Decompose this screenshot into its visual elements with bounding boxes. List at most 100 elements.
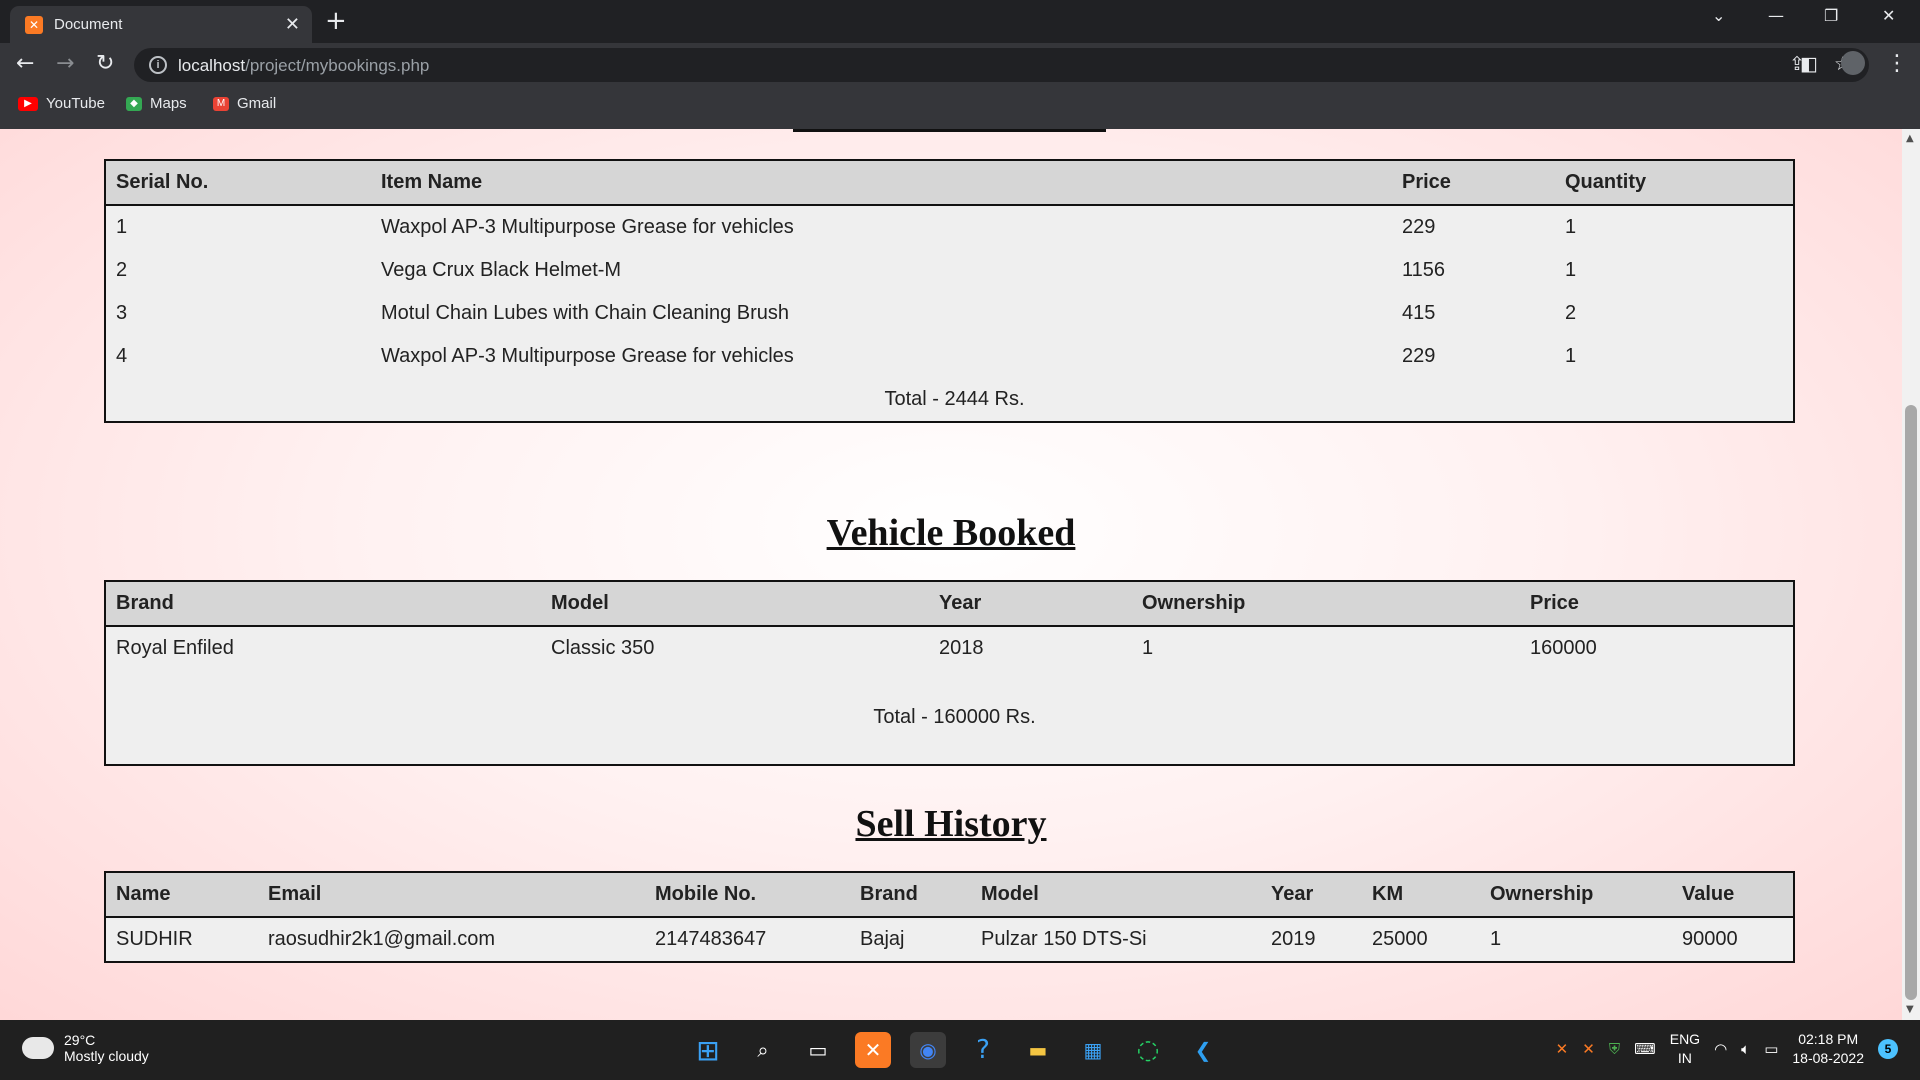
weather-desc: Mostly cloudy [64,1048,149,1064]
side-panel-icon[interactable]: ◧ [1800,53,1818,75]
close-window-icon[interactable]: ✕ [1882,6,1895,25]
cell: SUDHIR [116,928,193,950]
lang-code: ENG [1669,1031,1701,1047]
bookmark-gmail[interactable]: M Gmail [213,95,276,112]
bookmark-label: Gmail [237,95,277,112]
url-text[interactable]: localhost/project/mybookings.php [178,56,429,76]
cell: Vega Crux Black Helmet-M [381,259,622,281]
total-row: Total - 160000 Rs. [105,670,1794,765]
clock[interactable]: 02:18 PM 18-08-2022 [1792,1030,1864,1068]
table-row: 4 Waxpol AP-3 Multipurpose Grease for ve… [105,335,1794,378]
minimize-icon[interactable]: — [1768,6,1784,25]
sell-history-heading: Sell History [855,803,1047,845]
profile-avatar[interactable] [1841,51,1865,75]
language-indicator[interactable]: ENG IN [1670,1030,1700,1068]
weather-widget[interactable]: 29°C Mostly cloudy [19,1031,149,1064]
search-icon[interactable]: ⌕ [745,1032,781,1068]
youtube-icon: ▶ [18,96,38,111]
clock-date: 18-08-2022 [1792,1050,1864,1066]
scrollbar-thumb[interactable] [1905,405,1917,1000]
column-header: Ownership [1132,581,1520,627]
site-info-icon[interactable]: i [149,56,167,74]
reload-icon[interactable]: ↻ [96,51,114,76]
new-tab-icon[interactable]: + [325,6,347,36]
volume-icon[interactable]: 🔈︎ [1741,1040,1750,1058]
column-header: Item Name [371,160,1392,206]
microsoft-store-icon[interactable]: ▦ [1075,1032,1111,1068]
forward-icon[interactable]: → [56,51,74,76]
page-content: Serial No. Item Name Price Quantity 1 Wa… [0,129,1902,1020]
sell-history-table: Name Email Mobile No. Brand Model Year K… [104,871,1795,963]
cell: Motul Chain Lubes with Chain Cleaning Br… [381,302,790,324]
bookmark-youtube[interactable]: ▶ YouTube [18,95,105,112]
whatsapp-icon[interactable]: ◌ [1130,1032,1166,1068]
items-total: Total - 2444 Rs. [884,388,1025,410]
cell: 4 [116,345,128,367]
column-header: Year [1261,872,1362,918]
task-view-icon[interactable]: ▭ [800,1032,836,1068]
cell: 25000 [1372,928,1428,950]
cell: 1 [1565,345,1577,367]
table-header-row: Serial No. Item Name Price Quantity [105,160,1794,206]
column-header: Quantity [1555,160,1794,206]
xampp-icon[interactable]: ✕ [855,1032,891,1068]
notification-badge[interactable]: 5 [1878,1039,1898,1059]
column-header: Brand [850,872,971,918]
browser-tab[interactable]: ✕ Document ✕ [10,6,312,43]
keyboard-icon[interactable]: ⌨ [1634,1040,1656,1058]
menu-icon[interactable]: ⋮ [1886,51,1908,76]
cell: 2018 [939,637,984,659]
cell: 229 [1402,216,1436,238]
cell: 1156 [1402,259,1446,281]
xampp-tray-icon[interactable]: ✕ [1556,1040,1569,1058]
tab-close-icon[interactable]: ✕ [285,14,300,35]
table-header-row: Brand Model Year Ownership Price [105,581,1794,627]
table-row: Royal Enfiled Classic 350 2018 1 160000 [105,626,1794,670]
xampp-favicon-icon: ✕ [25,16,43,34]
cell: Bajaj [860,928,905,950]
restore-icon[interactable]: ❐ [1824,6,1838,25]
cell: 160000 [1530,637,1597,659]
file-explorer-icon[interactable]: ▬ [1020,1032,1056,1068]
gmail-icon: M [213,96,229,111]
wifi-icon[interactable]: ◠ [1714,1040,1727,1058]
table-row: 1 Waxpol AP-3 Multipurpose Grease for ve… [105,205,1794,249]
cell: 229 [1402,345,1436,367]
column-header: Price [1392,160,1555,206]
vehicle-total: Total - 160000 Rs. [873,705,1036,728]
vehicle-booked-heading: Vehicle Booked [826,512,1076,554]
cell: Classic 350 [551,637,655,659]
chrome-icon[interactable]: ◉ [910,1032,946,1068]
windows-taskbar: 29°C Mostly cloudy ⊞ ⌕ ▭ ✕ ◉ ? ▬ ▦ ◌ ❮ ✕… [0,1020,1920,1080]
clock-time: 02:18 PM [1798,1031,1859,1047]
tab-strip: ✕ Document ✕ + ⌄ — ❐ ✕ [0,0,1920,43]
address-bar[interactable]: i localhost/project/mybookings.php ⇪ ☆ [134,48,1869,82]
cell: 1 [1490,928,1502,950]
browser-toolbar: ← → ↻ i localhost/project/mybookings.php… [0,43,1920,129]
help-icon[interactable]: ? [965,1032,1001,1068]
bookmark-maps[interactable]: ◆ Maps [126,95,187,112]
battery-icon[interactable]: ▭ [1764,1040,1778,1058]
system-tray: ✕ ✕ ⛨ ⌨ ENG IN ◠ 🔈︎ ▭ 02:18 PM 18-08-202… [1556,1030,1898,1068]
scroll-up-arrow-icon[interactable]: ▲ [1906,133,1914,144]
cell: 1 [1565,216,1577,238]
back-icon[interactable]: ← [16,51,34,76]
taskbar-apps: ⊞ ⌕ ▭ ✕ ◉ ? ▬ ▦ ◌ ❮ [690,1032,1221,1068]
column-header: Model [971,872,1261,918]
cell: raosudhir2k1@gmail.com [268,928,496,950]
cell: Pulzar 150 DTS-Si [981,928,1147,950]
total-row: Total - 2444 Rs. [105,378,1794,422]
weather-temp: 29°C [64,1032,96,1048]
tab-search-icon[interactable]: ⌄ [1712,6,1725,25]
column-header: Serial No. [105,160,371,206]
cell: Royal Enfiled [116,637,234,659]
column-header: Mobile No. [645,872,850,918]
cell: 415 [1402,302,1436,324]
vscode-icon[interactable]: ❮ [1185,1032,1221,1068]
cell: 2 [116,259,128,281]
security-shield-icon[interactable]: ⛨ [1609,1040,1620,1058]
cell: 1 [116,216,128,238]
xampp-tray-icon-2[interactable]: ✕ [1582,1040,1595,1058]
start-icon[interactable]: ⊞ [690,1032,726,1068]
scroll-down-arrow-icon[interactable]: ▼ [1906,1004,1914,1015]
